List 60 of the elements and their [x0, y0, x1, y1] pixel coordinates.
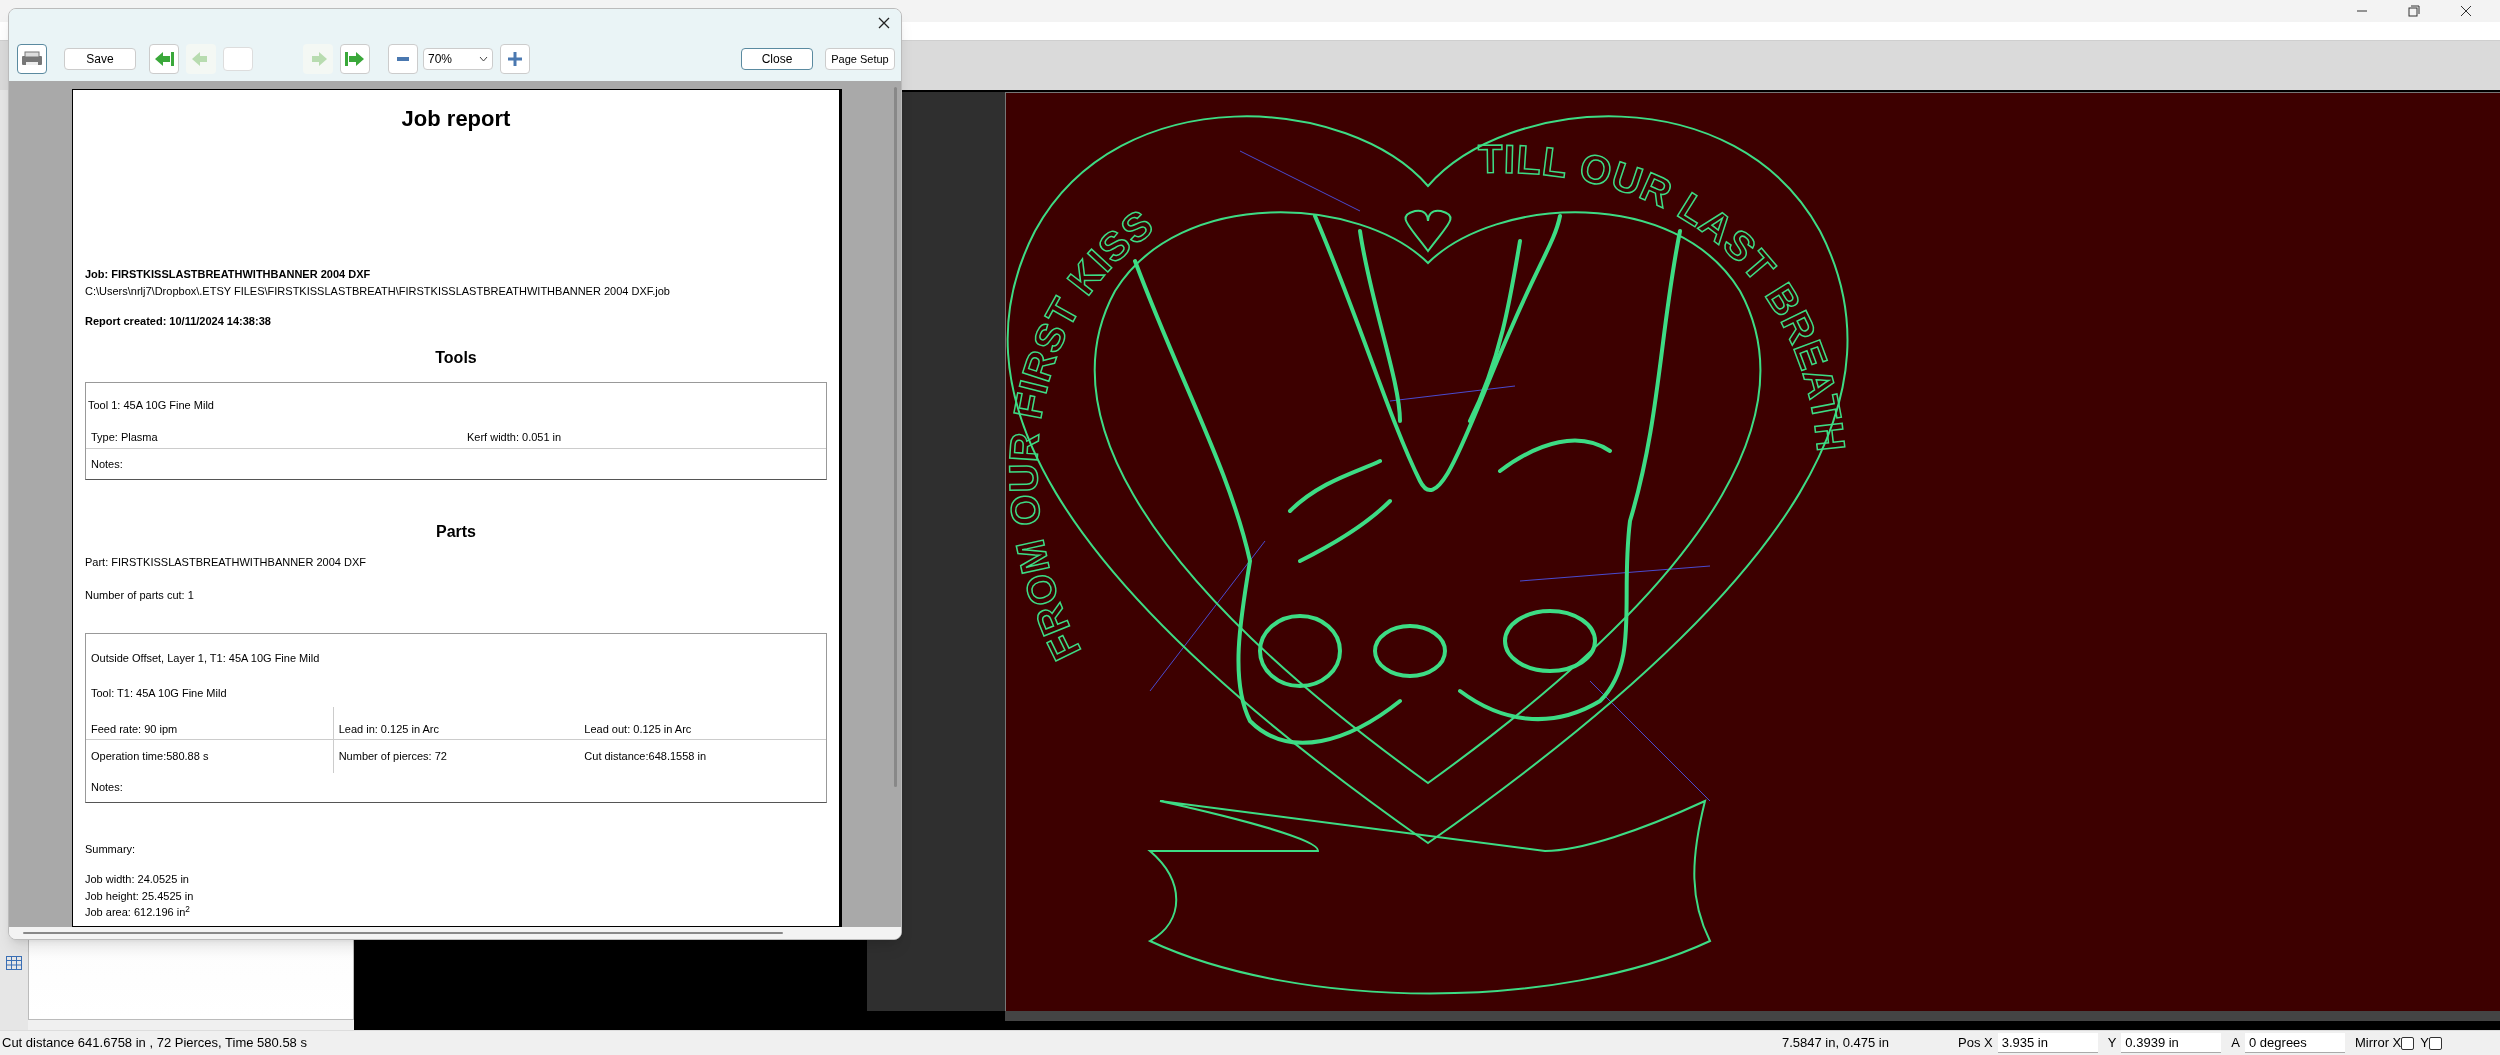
summary-line: Job width: 24.0525 in [85, 872, 190, 887]
skip-button[interactable] [340, 44, 370, 74]
restore-icon[interactable] [2408, 5, 2420, 17]
field-label: Pos X [1958, 1034, 1993, 1053]
page-number-field[interactable] [223, 47, 253, 71]
summary-line: Job area: 612.196 in$^{2}$ [85, 904, 191, 920]
table-cell-text: Outside Offset, Layer 1, T1: 45A 10G Fine Mild [90, 651, 321, 666]
checkbox-label: Mirror X [2355, 1034, 2402, 1053]
left-arrow-icon [153, 50, 175, 68]
vertical-scrollbar[interactable] [894, 87, 897, 787]
table-cell-text: Type: Plasma [91, 430, 159, 445]
table-cell-text: Cut distance:648.1558 in [583, 749, 708, 765]
value-field[interactable]: 0.3939 in [2121, 1033, 2222, 1053]
part-name: Part: FIRSTKISSLASTBREATHWITHBANNER 2004 DXF [85, 555, 367, 570]
plus-icon [508, 52, 522, 66]
job-name: Job: FIRSTKISSLASTBREATHWITHBANNER 2004 DXF [85, 267, 372, 282]
job-path: C:\Users\nrlj7\Dropbox\.ETSY FILES\FIRSTKISSLASTBREATH\FIRSTKISSLASTBREATHWITHBANNER 2004 DXF.job [85, 283, 671, 299]
checkbox-label: Y [2420, 1034, 2429, 1053]
close-icon[interactable] [2460, 5, 2472, 17]
cursor-coordinates: 7.5847 in, 0.475 in [1782, 1034, 1890, 1053]
print-button[interactable] [17, 44, 47, 74]
save-button[interactable]: Save [64, 48, 136, 70]
report-date: Report created: 10/11/2024 14:38:38 [85, 314, 272, 329]
table-cell-text: Operation time:580.88 s [90, 749, 210, 765]
zoom-out-button[interactable] [388, 44, 418, 74]
table-icon[interactable] [6, 956, 22, 970]
table-cell-text: Kerf width: 0.051 in [467, 430, 562, 445]
close-button[interactable]: Close [741, 48, 813, 70]
page-setup-button[interactable]: Page Setup [825, 48, 895, 70]
field-label: A [2231, 1034, 2241, 1053]
horizontal-scrollbar[interactable] [1005, 1011, 2500, 1021]
right-arrow-icon [344, 50, 366, 68]
table-cell-text: Tool: T1: 45A 10G Fine Mild [90, 686, 228, 701]
summary-line: Job height: 25.4525 in [85, 888, 195, 904]
value-field[interactable]: 3.935 in [1997, 1033, 2098, 1053]
parts-count: Number of parts cut: 1 [85, 587, 195, 603]
minus-icon [397, 57, 409, 61]
zoom-dropdown[interactable]: 70% [423, 48, 493, 70]
table-cell: Feed rate: 90 ipm [86, 707, 333, 740]
close-icon[interactable] [877, 16, 891, 30]
skip-button[interactable] [149, 44, 179, 74]
chevron-down-icon [479, 56, 488, 62]
table-cell-text: Notes: [90, 456, 124, 472]
status-text: Cut distance 641.6758 in , 72 Pierces, Time 580.58 s [2, 1034, 308, 1053]
printer-icon [21, 51, 43, 67]
value-field[interactable]: 0 degrees [2245, 1033, 2346, 1053]
field-label: Y [2107, 1034, 2117, 1053]
horizontal-scrollbar[interactable] [23, 932, 783, 934]
checkbox[interactable] [2401, 1036, 2415, 1050]
section-heading: Tools [434, 347, 478, 368]
zoom-in-button[interactable] [500, 44, 530, 74]
report-title: Job report [400, 105, 512, 133]
checkbox[interactable] [2428, 1036, 2442, 1050]
section-heading: Parts [435, 522, 477, 542]
table-cell: Number of pierces: 72 [332, 740, 580, 773]
table-cell: Lead out: 0.125 in Arc [579, 707, 826, 740]
table-cell: Lead in: 0.125 in Arc [332, 707, 580, 740]
table-cell-text: Tool 1: 45A 10G Fine Mild [87, 397, 215, 413]
summary-label: Summary: [85, 841, 137, 857]
table-cell-text: Notes: [90, 780, 124, 795]
